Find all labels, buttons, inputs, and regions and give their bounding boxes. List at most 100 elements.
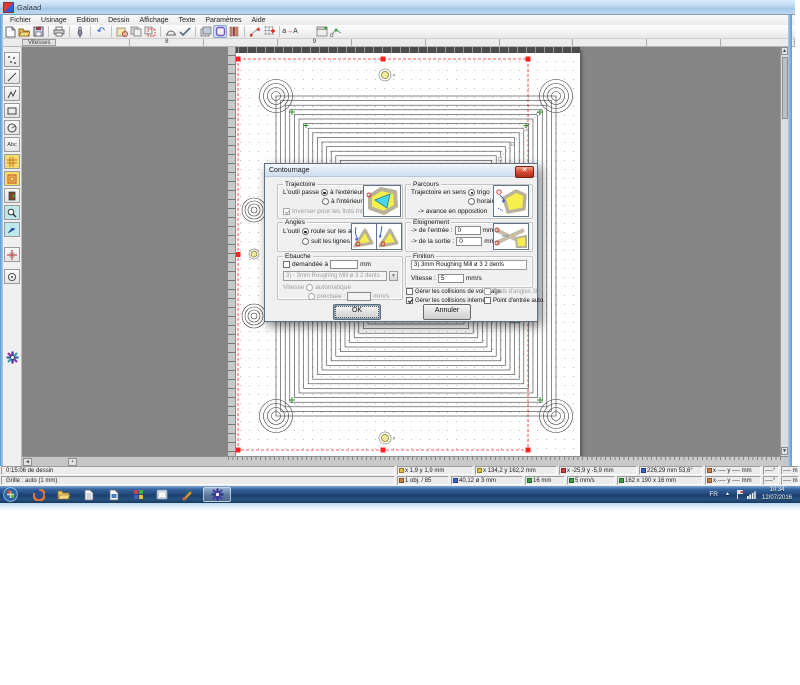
radio-vitesse-auto[interactable] <box>306 284 313 291</box>
tray-clock[interactable]: 10:34 12/07/2016 <box>757 487 797 502</box>
point-entree-auto-label[interactable]: Point d'entrée auto. <box>493 298 545 304</box>
window-title: Galaad <box>17 3 41 12</box>
horizontal-ruler: 1020304050607080901001101201301401501601… <box>228 457 784 466</box>
dialog-titlebar[interactable]: Contournage <box>265 164 537 177</box>
collisions-internes-label[interactable]: Gérer les collisions internes <box>415 298 489 304</box>
vertical-scroll-thumb[interactable] <box>782 57 788 119</box>
origin-crosshair-button[interactable] <box>4 247 20 262</box>
menu-dessin[interactable]: Dessin <box>103 17 134 24</box>
move-point-button[interactable] <box>248 25 262 38</box>
checkbox-inverser-ilots[interactable] <box>283 208 290 215</box>
group-title: Ebauche <box>283 253 313 260</box>
horizontal-scroll-thumb[interactable]: • <box>68 458 77 466</box>
toolbar-separator <box>279 26 280 37</box>
text-size-button[interactable]: a→A <box>283 25 297 38</box>
menu-usinage[interactable]: Usinage <box>36 17 72 24</box>
rectangle-tool-button[interactable] <box>4 103 20 118</box>
window-panel-button[interactable] <box>315 25 329 38</box>
contour-mode-button[interactable] <box>213 25 227 38</box>
radio-vitesse-precisee[interactable] <box>308 293 315 300</box>
radio-interieur[interactable] <box>322 198 329 205</box>
exit-distance-input[interactable] <box>456 237 482 246</box>
taskbar-blocks-icon[interactable] <box>132 488 145 501</box>
tray-expand-icon[interactable]: ▲ <box>725 491 730 497</box>
validate-path-button[interactable] <box>178 25 192 38</box>
radio-exterieur[interactable] <box>321 189 328 196</box>
tray-flag-icon[interactable] <box>736 490 744 499</box>
cancel-button[interactable]: Annuler <box>423 304 471 320</box>
speeds-bar: Vitesses 8 9 <box>0 39 795 47</box>
menu-edition[interactable]: Edition <box>72 17 103 24</box>
checkbox-tests-angles-3d[interactable] <box>484 288 491 295</box>
ok-button[interactable]: OK <box>333 304 381 320</box>
parcours-note: -> avance en opposition <box>418 208 487 215</box>
finition-speed-input[interactable] <box>438 274 464 283</box>
grid-add-button[interactable] <box>262 25 276 38</box>
menu-aide[interactable]: Aide <box>247 17 271 24</box>
print-button[interactable] <box>52 25 66 38</box>
scroll-up-button[interactable]: ▲ <box>781 47 788 55</box>
checkbox-collisions-internes[interactable] <box>406 297 413 304</box>
text-tool-button[interactable]: Abc <box>4 137 20 152</box>
save-button[interactable] <box>31 25 45 38</box>
menu-affichage[interactable]: Affichage <box>135 17 174 24</box>
node-link-button[interactable] <box>329 25 343 38</box>
taskbar-galaad-active[interactable] <box>203 487 231 502</box>
radio-exterieur-label[interactable]: à l'extérieur <box>330 189 363 196</box>
engrave-tool-button[interactable] <box>73 25 87 38</box>
checkbox-ebauche-demandee[interactable] <box>283 261 290 268</box>
dome-shape-button[interactable] <box>164 25 178 38</box>
capture-button[interactable] <box>115 25 129 38</box>
dialog-close-button[interactable]: ✕ <box>515 166 534 178</box>
menu-texte[interactable]: Texte <box>174 17 201 24</box>
ebauche-tool-combobox[interactable]: 3) - 3mm Roughing Mill ø 3 2 dents <box>283 271 387 281</box>
zoom-tool-button[interactable] <box>4 205 20 220</box>
radio-roule-aretes[interactable] <box>302 228 309 235</box>
copy-button[interactable] <box>129 25 143 38</box>
entry-distance-input[interactable] <box>455 226 481 235</box>
radio-interieur-label[interactable]: à l'intérieur <box>331 198 363 205</box>
menu-parametres[interactable]: Paramètres <box>200 17 246 24</box>
radio-trigo[interactable] <box>468 189 475 196</box>
layers-button[interactable] <box>199 25 213 38</box>
new-file-button[interactable] <box>3 25 17 38</box>
start-button[interactable] <box>3 487 18 502</box>
ebauche-demandee-label[interactable]: demandée à <box>292 261 328 268</box>
hatch-mode-button[interactable] <box>227 25 241 38</box>
ebauche-depth-input[interactable] <box>330 260 358 269</box>
line-tool-button[interactable] <box>4 69 20 84</box>
open-file-button[interactable] <box>17 25 31 38</box>
paste-selection-button[interactable] <box>143 25 157 38</box>
scroll-down-button[interactable]: ▼ <box>781 447 788 455</box>
taskbar-explorer-icon[interactable] <box>57 488 70 501</box>
vertical-scrollbar[interactable]: ▲ ▼ <box>780 47 788 456</box>
tray-language[interactable]: FR <box>709 491 718 498</box>
taskbar-document2-icon[interactable] <box>107 488 120 501</box>
tray-network-icon[interactable] <box>747 490 756 499</box>
door-tool-button[interactable] <box>4 188 20 203</box>
taskbar-firefox-icon[interactable] <box>32 488 45 501</box>
center-point-button[interactable] <box>4 269 20 284</box>
polyline-tool-button[interactable] <box>4 86 20 101</box>
vertical-ruler <box>228 47 236 456</box>
circle-tool-button[interactable] <box>4 120 20 135</box>
taskbar-design-icon[interactable] <box>180 488 193 501</box>
select-tool-button[interactable] <box>4 52 20 67</box>
checkbox-point-entree-auto[interactable] <box>484 297 491 304</box>
taskbar-document-icon[interactable] <box>82 488 95 501</box>
pocket-tool-button[interactable] <box>4 171 20 186</box>
dialog-title: Contournage <box>269 167 309 174</box>
hatch-fill-tool-button[interactable] <box>4 154 20 169</box>
combobox-dropdown-arrow[interactable]: ▼ <box>389 271 398 281</box>
radio-trigo-label[interactable]: trigo <box>477 189 490 196</box>
group-title: Parcours <box>411 181 441 188</box>
ebauche-speed-input[interactable] <box>347 292 371 301</box>
checkbox-collisions-voisinage[interactable] <box>406 288 413 295</box>
taskbar-window-icon[interactable] <box>155 488 168 501</box>
menu-fichier[interactable]: Fichier <box>5 17 36 24</box>
radio-horaire[interactable] <box>468 198 475 205</box>
undo-button[interactable]: ↶ <box>94 25 108 38</box>
pan-tool-button[interactable] <box>4 222 20 237</box>
radio-lignes-droites[interactable] <box>302 238 309 245</box>
scroll-left-button[interactable]: ◄ <box>23 458 32 466</box>
